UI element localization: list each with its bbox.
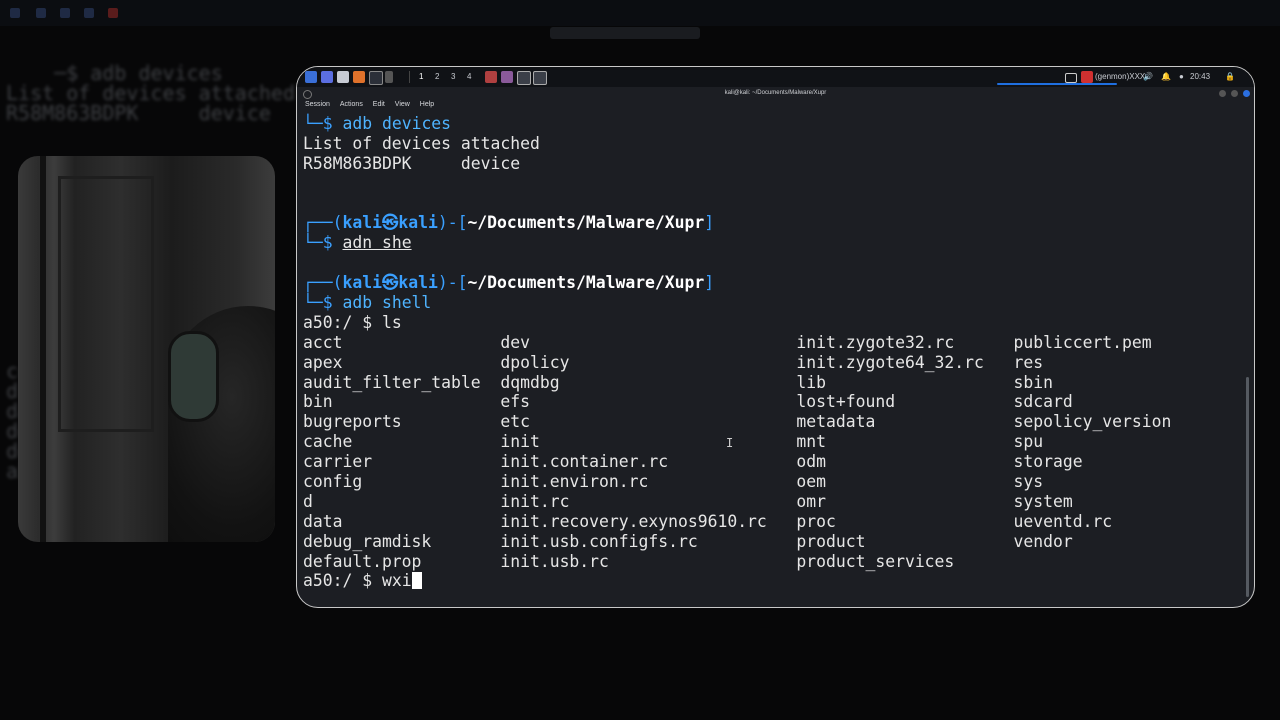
ls-row: d init.rc omr system <box>303 491 1073 511</box>
text-cursor <box>411 572 422 590</box>
dropdown-icon[interactable] <box>385 71 393 83</box>
app-icon[interactable] <box>485 71 497 83</box>
menu-view[interactable]: View <box>395 99 410 111</box>
ls-row: audit_filter_table dqmdbg lib sbin <box>303 372 1053 392</box>
window-menu-icon[interactable] <box>303 90 312 99</box>
background-topbar <box>0 0 1280 26</box>
menu-actions[interactable]: Actions <box>340 99 363 111</box>
notification-bell-icon[interactable]: 🔔 <box>1161 72 1171 81</box>
ls-row: data init.recovery.exynos9610.rc proc ue… <box>303 511 1113 531</box>
ls-row: apex dpolicy init.zygote64_32.rc res <box>303 352 1044 372</box>
ls-output: acct dev init.zygote32.rc publiccert.pem… <box>303 333 1243 572</box>
terminal-line: List of devices attached <box>303 133 540 153</box>
terminal-line: R58M863BDPK device <box>303 153 521 173</box>
terminal-launcher-icon[interactable] <box>369 71 383 85</box>
webcam-background-door <box>40 156 46 542</box>
kali-menu-icon[interactable] <box>305 71 317 83</box>
workspace-2[interactable]: 2 <box>435 72 439 81</box>
window-icon[interactable] <box>517 71 531 85</box>
menu-session[interactable]: Session <box>305 99 330 111</box>
prompt-path: ~/Documents/Malware/Xupr <box>467 273 705 293</box>
background-app-icon <box>10 8 20 18</box>
terminal-window[interactable]: 1 2 3 4 (genmon)XXX 🔊 🔔 ● 20:43 🔒 kali@k… <box>296 66 1255 608</box>
command-text: adb devices <box>342 114 452 133</box>
shell-prompt: a50:/ $ <box>303 312 382 332</box>
background-app-icon <box>108 8 118 18</box>
desktop-icon[interactable] <box>321 71 333 83</box>
clock-icon: ● <box>1179 72 1184 81</box>
background-app-icon <box>60 8 70 18</box>
ls-row: config init.environ.rc oem sys <box>303 472 1044 492</box>
active-window-indicator <box>997 83 1117 85</box>
ls-row: bugreports etc metadata sepolicy_version <box>303 412 1172 432</box>
ibeam-cursor-icon: I <box>726 436 734 450</box>
ls-row: debug_ramdisk init.usb.configfs.rc produ… <box>303 531 1073 551</box>
prompt-line: ┌──(kali㉿kali)-[~/Documents/Malware/Xupr… <box>303 273 715 293</box>
prompt-user: kali㉿kali <box>342 213 438 233</box>
background-app-icon <box>36 8 46 18</box>
menubar: Session Actions Edit View Help <box>297 99 1254 111</box>
ls-row: default.prop init.usb.rc product_service… <box>303 551 955 571</box>
background-window-title <box>550 27 700 39</box>
ls-row: cache init mnt spu <box>303 432 1044 452</box>
screen-icon[interactable] <box>1065 73 1077 83</box>
terminal-line: └─$ adb devices <box>303 114 452 133</box>
prompt-user: kali㉿kali <box>342 273 438 293</box>
menu-edit[interactable]: Edit <box>373 99 385 111</box>
workspace-3[interactable]: 3 <box>451 72 455 81</box>
shell-prompt: a50:/ $ <box>303 571 382 591</box>
ls-row: acct dev init.zygote32.rc publiccert.pem <box>303 332 1152 352</box>
close-button[interactable] <box>1243 90 1250 97</box>
app-icon[interactable] <box>501 71 513 83</box>
maximize-button[interactable] <box>1231 90 1238 97</box>
background-app-icon <box>84 8 94 18</box>
terminal-line: └─$ adb shell <box>303 293 432 313</box>
command-text: adb shell <box>342 293 432 313</box>
ls-row: bin efs lost+found sdcard <box>303 392 1073 412</box>
menu-help[interactable]: Help <box>420 99 434 111</box>
panel-taskbar: 1 2 3 4 (genmon)XXX 🔊 🔔 ● 20:43 🔒 <box>297 67 1254 87</box>
command-text: ls <box>381 312 402 332</box>
prompt-path: ~/Documents/Malware/Xupr <box>467 213 705 233</box>
volume-icon[interactable]: 🔊 <box>1143 72 1153 81</box>
window-icon[interactable] <box>533 71 547 85</box>
taskbar-separator <box>409 71 410 83</box>
clock-time: 20:43 <box>1190 72 1211 81</box>
ls-row: carrier init.container.rc odm storage <box>303 452 1083 472</box>
workspace-4[interactable]: 4 <box>467 72 471 81</box>
lock-icon[interactable]: 🔒 <box>1225 72 1235 81</box>
workspace-1[interactable]: 1 <box>419 72 423 81</box>
window-title: kali@kali: ~/Documents/Malware/Xupr <box>724 90 827 96</box>
genmon-label: (genmon)XXX <box>1095 72 1146 81</box>
webcam-background-panel <box>58 176 154 432</box>
file-manager-icon[interactable] <box>337 71 349 83</box>
background-line <box>6 40 1276 60</box>
minimize-button[interactable] <box>1219 90 1226 97</box>
scrollbar[interactable] <box>1246 377 1249 597</box>
webcam-overlay <box>18 156 275 542</box>
firefox-icon[interactable] <box>353 71 365 83</box>
terminal-output[interactable]: └─$ adb devices List of devices attached R… <box>303 114 1243 604</box>
terminal-line: a50:/ $ ls <box>303 313 1243 333</box>
command-text: adn she <box>342 233 412 253</box>
window-titlebar[interactable]: kali@kali: ~/Documents/Malware/Xupr <box>297 87 1254 99</box>
terminal-line: a50:/ $ wxi <box>303 571 1243 591</box>
headphone-icon <box>168 331 219 422</box>
genmon-icon <box>1081 71 1093 83</box>
command-text: wxi <box>381 571 412 591</box>
prompt-line: ┌──(kali㉿kali)-[~/Documents/Malware/Xupr… <box>303 213 715 233</box>
terminal-line: └─$ adn she <box>303 233 412 253</box>
